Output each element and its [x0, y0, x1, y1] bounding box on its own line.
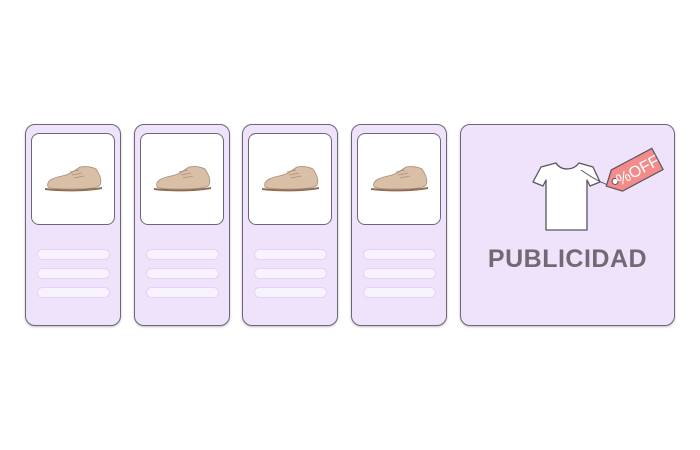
placeholder-line — [146, 268, 219, 279]
placeholder-line — [363, 249, 436, 260]
product-image — [357, 133, 441, 225]
product-image — [248, 133, 332, 225]
placeholder-line — [146, 249, 219, 260]
placeholder-line — [37, 249, 110, 260]
product-card[interactable] — [25, 124, 121, 326]
product-image — [140, 133, 224, 225]
placeholder-line — [254, 249, 327, 260]
product-card[interactable] — [242, 124, 338, 326]
placeholder-line — [37, 287, 110, 298]
placeholder-line — [254, 287, 327, 298]
product-card[interactable] — [351, 124, 447, 326]
placeholder-line — [363, 268, 436, 279]
product-image — [31, 133, 115, 225]
shoe-icon — [371, 166, 428, 192]
price-tag-icon: %OFF — [605, 147, 664, 192]
shoe-icon — [45, 166, 102, 192]
placeholder-line — [363, 287, 436, 298]
placeholder-line — [37, 268, 110, 279]
shoe-icon — [154, 166, 211, 192]
tshirt-icon — [532, 162, 601, 231]
product-card[interactable] — [134, 124, 230, 326]
ad-banner[interactable]: %OFF PUBLICIDAD — [460, 124, 675, 326]
shoe-icon — [262, 166, 319, 192]
ad-label: PUBLICIDAD — [487, 245, 648, 273]
placeholder-line — [254, 268, 327, 279]
ad-graphic: %OFF — [532, 147, 664, 231]
placeholder-line — [146, 287, 219, 298]
